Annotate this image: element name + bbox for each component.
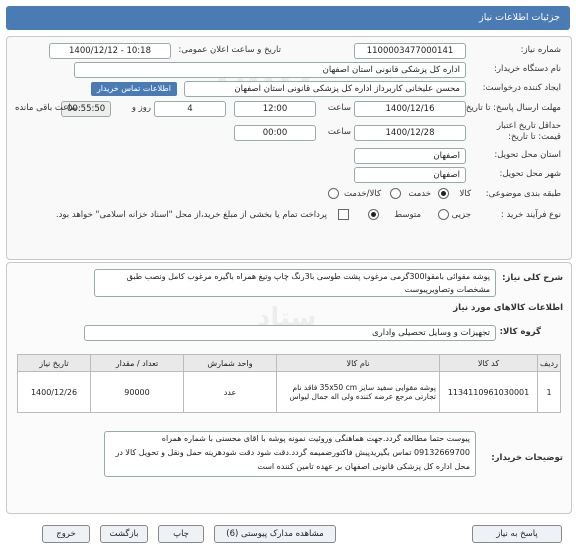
cell-unit: عدد [183, 371, 277, 413]
buyer-notes-field: پیوست حتما مطالعه گردد.جهت هماهنگی وروئی… [104, 431, 476, 477]
days-field: 4 [154, 101, 226, 117]
cell-row-num: 1 [537, 371, 561, 413]
buyer-org-label: نام دستگاه خریدار: [494, 64, 561, 74]
print-button[interactable]: چاپ [158, 525, 204, 543]
validity-time-field: 00:00 [234, 125, 316, 141]
window-titlebar: جزئیات اطلاعات نیاز [6, 6, 570, 30]
deadline-label: مهلت ارسال پاسخ: تا تاریخ: [463, 103, 561, 113]
process-small-radio-icon[interactable] [438, 209, 449, 220]
category-label: طبقه بندی موضوعی: [485, 189, 561, 199]
treasury-payment-checkbox-icon[interactable] [338, 209, 349, 220]
header-row-num: ردیف [537, 354, 561, 372]
goods-section-title: اطلاعات کالاهای مورد نیاز [453, 303, 563, 313]
goods-group-label: گروه کالا: [499, 327, 541, 337]
goods-section: ستاد شرح کلی نیاز: پوشه مقوائی بامقوا300… [6, 262, 572, 514]
process-label: نوع فرآیند خرید : [500, 210, 561, 220]
province-label: استان محل تحویل: [494, 150, 561, 160]
validity-time-label: ساعت [327, 127, 351, 137]
header-unit: واحد شمارش [183, 354, 277, 372]
header-qty: تعداد / مقدار [90, 354, 184, 372]
header-date: تاریخ نیاز [17, 354, 91, 372]
deadline-date-field: 1400/12/16 [354, 101, 466, 117]
category-both-radio-icon[interactable] [328, 188, 339, 199]
header-code: کد کالا [439, 354, 538, 372]
goods-group-field: تجهیزات و وسایل تحصیلی واداری [84, 325, 496, 341]
city-label: شهر محل تحویل: [499, 169, 561, 179]
remaining-label: ساعت باقی مانده [15, 103, 79, 113]
need-desc-label: شرح کلی نیاز: [502, 273, 563, 283]
need-details-panel: 1401 شماره نیاز: 1100003477000141 تاریخ … [6, 36, 572, 260]
goods-table-header: ردیف کد کالا نام کالا واحد شمارش تعداد /… [17, 354, 561, 372]
process-small-label: جزیی [451, 210, 471, 220]
category-goods-label: کالا [459, 189, 471, 199]
cell-date: 1400/12/26 [17, 371, 91, 413]
attachments-button[interactable]: مشاهده مدارک پیوستی (6) [214, 525, 336, 543]
validity-date-field: 1400/12/28 [354, 125, 466, 141]
cell-name: پوشه مقوایی سفید سایز 35x50 cm فاقد نام … [276, 371, 440, 413]
process-medium-radio-icon[interactable] [368, 209, 379, 220]
need-number-label: شماره نیاز: [520, 45, 561, 55]
creator-label: ایجاد کننده درخواست: [482, 83, 561, 93]
announce-label: تاریخ و ساعت اعلان عمومی: [178, 45, 281, 55]
process-medium-label: متوسط [394, 210, 421, 220]
buyer-notes-label: توضیحات خریدار: [491, 453, 563, 463]
category-service-radio-icon[interactable] [390, 188, 401, 199]
province-field: اصفهان [354, 148, 466, 164]
city-field: اصفهان [354, 167, 466, 183]
buyer-org-field: اداره کل پزشکی قانونی استان اصفهان [74, 62, 466, 78]
deadline-time-field: 12:00 [234, 101, 316, 117]
window-title: جزئیات اطلاعات نیاز [479, 12, 560, 23]
reply-button[interactable]: پاسخ به نیاز [472, 525, 562, 543]
treasury-payment-label: پرداخت تمام یا بخشی از مبلغ خرید،از محل … [55, 210, 327, 220]
need-desc-field: پوشه مقوائی بامقوا300گرمی مرغوب پشت طوسی… [94, 269, 496, 297]
category-goods-radio-icon[interactable] [438, 188, 449, 199]
exit-button[interactable]: خروج [42, 525, 90, 543]
goods-table: ردیف کد کالا نام کالا واحد شمارش تعداد /… [17, 354, 561, 413]
days-label: روز و [131, 103, 151, 113]
category-service-label: خدمت [408, 189, 431, 199]
announce-field: 1400/12/12 - 10:18 [49, 43, 171, 59]
cell-qty: 90000 [90, 371, 184, 413]
deadline-time-label: ساعت [327, 103, 351, 113]
back-button[interactable]: بازگشت [100, 525, 148, 543]
validity-label-1: حداقل تاریخ اعتبار [496, 121, 561, 131]
cell-code: 1134110961030001 [439, 371, 538, 413]
validity-label-2: قیمت: تا تاریخ: [508, 132, 561, 142]
contact-info-link[interactable]: اطلاعات تماس خریدار [90, 82, 177, 96]
creator-field: محسن علیخانی کاربرداز اداره کل پزشکی قان… [184, 81, 466, 97]
table-row: 1 1134110961030001 پوشه مقوایی سفید سایز… [17, 371, 561, 413]
header-name: نام کالا [276, 354, 440, 372]
category-both-label: کالا/خدمت [344, 189, 381, 199]
need-number-field: 1100003477000141 [354, 43, 466, 59]
